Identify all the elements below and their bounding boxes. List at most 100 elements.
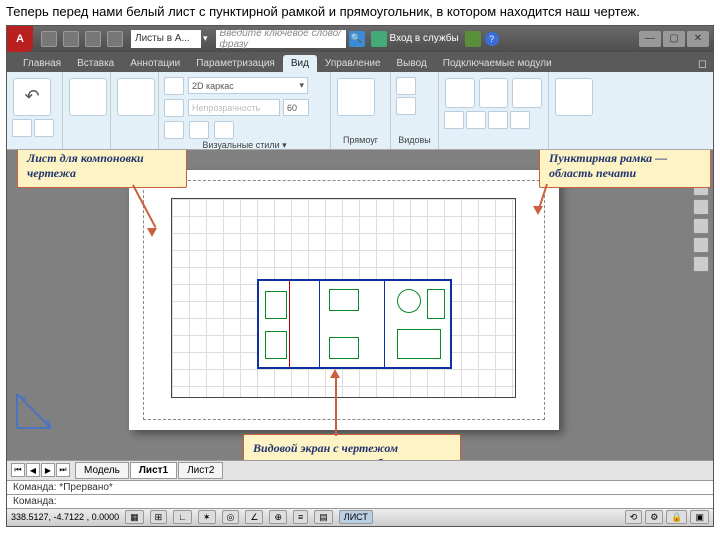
showmotion-icon[interactable] — [693, 256, 709, 272]
qat-save-icon[interactable] — [85, 31, 101, 47]
pal-s3-icon[interactable] — [488, 111, 508, 129]
palette1-icon[interactable] — [445, 78, 475, 108]
visual-style-icon[interactable] — [164, 77, 184, 95]
vp-config2-icon[interactable] — [396, 97, 416, 115]
tab-prev-icon[interactable]: ◀ — [26, 463, 40, 477]
login-button[interactable]: Вход в службы — [371, 31, 459, 47]
opacity-icon[interactable] — [164, 99, 184, 117]
qat-undo-icon[interactable] — [107, 31, 123, 47]
ucs-icon: Y X — [13, 388, 57, 432]
polar-toggle[interactable]: ✶ — [198, 510, 216, 524]
tab-insert[interactable]: Вставка — [69, 55, 122, 72]
style-combo[interactable]: 2D каркас▾ — [188, 77, 308, 94]
pal-s4-icon[interactable] — [510, 111, 530, 129]
callout-print-area: Пунктирная рамка — область печати — [539, 150, 711, 188]
tab-annotate[interactable]: Аннотации — [122, 55, 188, 72]
command-history: Команда: *Прервано* — [7, 480, 713, 494]
views-icon[interactable] — [69, 78, 107, 116]
ribbon-expand-icon[interactable]: ◻ — [692, 55, 713, 72]
pal-s2-icon[interactable] — [466, 111, 486, 129]
viewcube-icon[interactable] — [117, 78, 155, 116]
search-input[interactable]: Введите ключевое слово/фразу — [216, 30, 346, 48]
clean-screen-icon[interactable]: ▣ — [690, 510, 709, 524]
status-bar: 338.5127, -4.7122 , 0.0000 ▦ ⊞ ∟ ✶ ◎ ∠ ⊕… — [7, 508, 713, 526]
maximize-button[interactable]: ▢ — [663, 31, 685, 47]
arrow-print-head — [533, 206, 543, 215]
lwt-toggle[interactable]: ≡ — [293, 510, 308, 524]
tab-output[interactable]: Вывод — [389, 55, 435, 72]
svg-text:Y: Y — [21, 394, 27, 404]
ribbon-panel: ↶ 2D каркас▾ Непрозрачность 60 В — [7, 72, 713, 150]
tab-view[interactable]: Вид — [283, 55, 317, 72]
login-label: Вход в службы — [390, 33, 459, 44]
bg-icon[interactable] — [214, 121, 234, 139]
window-icon[interactable] — [555, 78, 593, 116]
viewport-frame[interactable] — [171, 198, 516, 398]
lock-ui-icon[interactable]: 🔒 — [666, 510, 687, 524]
tab-manage[interactable]: Управление — [317, 55, 389, 72]
grid-toggle[interactable]: ⊞ — [150, 510, 168, 524]
viewport-rect-icon[interactable] — [337, 78, 375, 116]
layout-sheet[interactable] — [129, 170, 559, 430]
nav-bar — [693, 180, 711, 272]
ribbon-tabs: Главная Вставка Аннотации Параметризация… — [7, 52, 713, 72]
qat-open-icon[interactable] — [63, 31, 79, 47]
help-icon[interactable]: ? — [485, 32, 499, 46]
tab-home[interactable]: Главная — [15, 55, 69, 72]
exchange-icon[interactable] — [465, 31, 481, 47]
tab-next-icon[interactable]: ▶ — [41, 463, 55, 477]
nav-back-icon[interactable]: ↶ — [13, 78, 51, 116]
search-icon[interactable]: 🔍 — [349, 31, 365, 47]
arrow-viewport — [335, 378, 337, 436]
tab-plugins[interactable]: Подключаемые модули — [435, 55, 560, 72]
workspace-icon[interactable]: ⚙ — [645, 510, 663, 524]
pal-s1-icon[interactable] — [444, 111, 464, 129]
app-window: A Листы в А... ▾ Введите ключевое слово/… — [6, 25, 714, 527]
layout-tabs: ⏮ ◀ ▶ ⏭ Модель Лист1 Лист2 — [7, 460, 713, 480]
opacity-value[interactable]: 60 — [283, 99, 309, 116]
tab-parametric[interactable]: Параметризация — [188, 55, 283, 72]
drawing-canvas[interactable]: — ▣ □ ✕ Y — [7, 150, 713, 460]
model-paper-toggle[interactable]: ЛИСТ — [339, 510, 373, 524]
otrack-toggle[interactable]: ∠ — [245, 510, 263, 524]
vp-panel-label: Видовы — [395, 135, 434, 145]
minimize-button[interactable]: — — [639, 31, 661, 47]
tab-last-icon[interactable]: ⏭ — [56, 463, 70, 477]
palette2-icon[interactable] — [479, 78, 509, 108]
opacity-label: Непрозрачность — [188, 99, 280, 116]
face-icon[interactable] — [189, 121, 209, 139]
pan-tool-icon[interactable] — [693, 199, 709, 215]
anno-scale-icon[interactable]: ⟲ — [625, 510, 643, 524]
tab-first-icon[interactable]: ⏮ — [11, 463, 25, 477]
callout-sheet: Лист для компоновки чертежа — [17, 150, 187, 188]
vp-config1-icon[interactable] — [396, 77, 416, 95]
ortho-toggle[interactable]: ∟ — [173, 510, 192, 524]
arrow-viewport-head — [330, 369, 340, 378]
qp-toggle[interactable]: ▤ — [314, 510, 333, 524]
floor-plan — [257, 279, 452, 369]
arrow-sheet-head — [147, 228, 157, 237]
dyn-toggle[interactable]: ⊕ — [269, 510, 287, 524]
close-button[interactable]: ✕ — [687, 31, 709, 47]
orbit-tool-icon[interactable] — [693, 237, 709, 253]
page-caption: Теперь перед нами белый лист с пунктирно… — [0, 0, 720, 25]
command-input[interactable]: Команда: — [7, 494, 713, 508]
viewport-rect-label: Прямоуг — [335, 135, 386, 145]
zoom-tool-icon[interactable] — [693, 218, 709, 234]
snap-toggle[interactable]: ▦ — [125, 510, 144, 524]
pan-icon[interactable] — [12, 119, 32, 137]
tab-model[interactable]: Модель — [75, 462, 129, 479]
avatar-icon — [371, 31, 387, 47]
edge-icon[interactable] — [164, 121, 184, 139]
document-selector[interactable]: Листы в А... — [131, 30, 201, 48]
app-logo[interactable]: A — [7, 26, 33, 52]
osnap-toggle[interactable]: ◎ — [222, 510, 240, 524]
orbit-icon[interactable] — [34, 119, 54, 137]
palette3-icon[interactable] — [512, 78, 542, 108]
qat-new-icon[interactable] — [41, 31, 57, 47]
dropdown-arrow-icon[interactable]: ▾ — [203, 33, 208, 44]
tab-layout2[interactable]: Лист2 — [178, 462, 223, 479]
svg-text:X: X — [45, 418, 51, 428]
title-bar: A Листы в А... ▾ Введите ключевое слово/… — [7, 26, 713, 52]
tab-layout1[interactable]: Лист1 — [130, 462, 177, 479]
